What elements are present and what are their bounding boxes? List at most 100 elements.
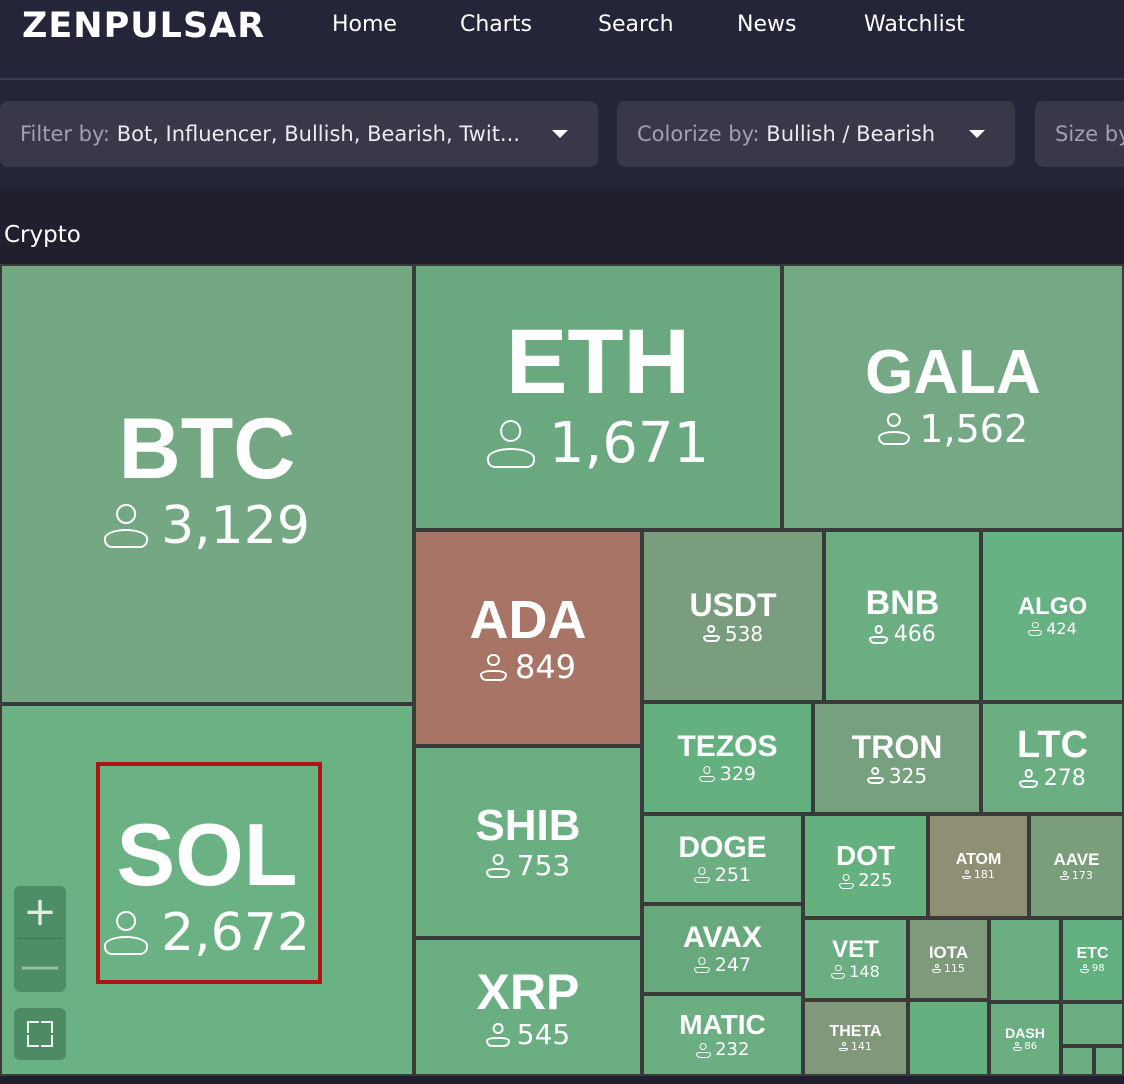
treemap-tile-ltc[interactable]: LTC 278: [981, 702, 1124, 814]
tile-count-value: 3,129: [161, 495, 310, 556]
user-icon: [1080, 964, 1090, 974]
tile-symbol: ETH: [506, 310, 690, 413]
treemap-tile-etc[interactable]: ETC 98: [1061, 918, 1124, 1002]
tile-symbol: BNB: [865, 584, 940, 623]
nav-search[interactable]: Search: [598, 12, 674, 37]
tile-mention-count: 115: [932, 963, 965, 974]
fullscreen-icon: [27, 1021, 39, 1033]
zoom-in-button[interactable]: +: [14, 886, 66, 938]
treemap-tile-avax[interactable]: AVAX 247: [642, 904, 803, 994]
treemap-tile-small[interactable]: [908, 1000, 989, 1076]
tile-count-value: 329: [719, 762, 756, 785]
tile-count-value: 1,562: [919, 406, 1029, 451]
user-icon: [866, 767, 884, 784]
filter-by-label: Filter by:: [20, 122, 110, 146]
tile-count-value: 538: [724, 621, 764, 646]
treemap-tile-tron[interactable]: TRON 325: [813, 702, 981, 814]
filter-bar: Filter by: Bot, Influencer, Bullish, Bea…: [0, 80, 1124, 188]
tile-symbol: ETC: [1076, 945, 1109, 963]
tile-count-value: 753: [516, 849, 571, 883]
treemap-tile-xrp[interactable]: XRP 545: [414, 938, 642, 1076]
user-icon: [693, 957, 710, 974]
treemap-tile-iota[interactable]: IOTA 115: [908, 918, 989, 1000]
tile-symbol: GALA: [865, 338, 1041, 408]
tile-mention-count: 225: [838, 870, 893, 892]
zoom-controls: + —: [14, 886, 66, 992]
nav-news[interactable]: News: [737, 12, 796, 37]
tile-symbol: DOT: [835, 839, 896, 871]
treemap-tile-dot[interactable]: DOT 225: [803, 814, 928, 918]
user-icon: [877, 412, 910, 445]
tile-mention-count: 148: [831, 964, 880, 980]
tile-count-value: 251: [714, 863, 751, 886]
fullscreen-button[interactable]: [14, 1008, 66, 1060]
tile-mention-count: 86: [1012, 1040, 1038, 1052]
tile-count-value: 86: [1024, 1040, 1038, 1052]
user-icon: [1028, 622, 1043, 637]
tile-mention-count: 98: [1080, 962, 1105, 974]
tile-symbol: VET: [832, 935, 879, 963]
tile-mention-count: 424: [1028, 621, 1077, 637]
treemap-tile-matic[interactable]: MATIC 232: [642, 994, 803, 1076]
user-icon: [831, 965, 846, 980]
treemap-tile-aave[interactable]: AAVE 173: [1029, 814, 1124, 918]
tile-count-value: 247: [714, 953, 751, 976]
treemap-tile-small[interactable]: [1094, 1046, 1124, 1076]
tile-count-value: 173: [1071, 868, 1093, 882]
tile-mention-count: 538: [702, 621, 764, 646]
tile-symbol: TEZOS: [677, 730, 778, 764]
treemap-tile-algo[interactable]: ALGO 424: [981, 530, 1124, 702]
treemap-tile-bnb[interactable]: BNB 466: [824, 530, 981, 702]
treemap-tile-small[interactable]: [989, 918, 1061, 1002]
treemap-tile-eth[interactable]: ETH 1,671: [414, 264, 782, 530]
tile-mention-count: 1,671: [486, 416, 709, 472]
treemap-tile-theta[interactable]: THETA 141: [803, 1000, 908, 1076]
tile-symbol: DASH: [1005, 1025, 1045, 1042]
tile-mention-count: 251: [693, 863, 751, 886]
user-icon: [486, 420, 535, 469]
tile-symbol: AAVE: [1053, 850, 1100, 870]
treemap-tile-atom[interactable]: ATOM 181: [928, 814, 1029, 918]
tile-symbol: USDT: [689, 586, 777, 623]
logo[interactable]: ZENPULSAR: [22, 6, 265, 46]
colorize-by-dropdown[interactable]: Colorize by: Bullish / Bearish: [617, 101, 1015, 167]
treemap-tile-tezos[interactable]: TEZOS 329: [642, 702, 813, 814]
filter-by-dropdown[interactable]: Filter by: Bot, Influencer, Bullish, Bea…: [0, 101, 598, 167]
treemap-tile-small[interactable]: [1061, 1002, 1124, 1046]
treemap-tile-usdt[interactable]: USDT 538: [642, 530, 824, 702]
treemap-tile-shib[interactable]: SHIB 753: [414, 746, 642, 938]
zoom-out-button[interactable]: —: [14, 940, 66, 992]
user-icon: [702, 625, 720, 642]
user-icon: [479, 653, 507, 681]
treemap-tile-vet[interactable]: VET 148: [803, 918, 908, 1000]
fullscreen-icon-corner: [27, 1035, 39, 1047]
treemap-tile-small[interactable]: [1061, 1046, 1094, 1076]
treemap-tile-gala[interactable]: GALA 1,562: [782, 264, 1124, 530]
tile-count-value: 232: [715, 1039, 750, 1061]
treemap-tile-doge[interactable]: DOGE 251: [642, 814, 803, 904]
tile-count-value: 545: [516, 1018, 571, 1052]
tile-symbol: DOGE: [678, 831, 767, 865]
tile-mention-count: 3,129: [104, 500, 310, 552]
size-by-dropdown[interactable]: Size by: [1035, 101, 1124, 167]
tile-count-value: 424: [1046, 619, 1077, 639]
treemap-tile-ada[interactable]: ADA 849: [414, 530, 642, 746]
tile-count-value: 141: [850, 1040, 872, 1054]
treemap-tile-btc[interactable]: BTC 3,129: [0, 264, 414, 704]
tile-mention-count: 753: [485, 849, 571, 883]
fullscreen-icon-corner: [41, 1021, 53, 1033]
tile-symbol: ADA: [469, 589, 587, 650]
user-icon: [1019, 769, 1039, 789]
nav-charts[interactable]: Charts: [460, 12, 532, 37]
tile-mention-count: 247: [693, 953, 751, 976]
fullscreen-icon-corner: [41, 1035, 53, 1047]
tile-count-value: 225: [858, 870, 893, 892]
tile-mention-count: 278: [1019, 767, 1086, 790]
chevron-down-icon: [552, 130, 568, 138]
tile-symbol: IOTA: [928, 943, 969, 963]
nav-home[interactable]: Home: [332, 12, 397, 37]
tile-count-value: 98: [1091, 962, 1105, 974]
treemap-tile-dash[interactable]: DASH 86: [989, 1002, 1061, 1076]
nav-watchlist[interactable]: Watchlist: [864, 12, 965, 37]
filter-by-value: Bot, Influencer, Bullish, Bearish, Twit.…: [116, 122, 520, 146]
